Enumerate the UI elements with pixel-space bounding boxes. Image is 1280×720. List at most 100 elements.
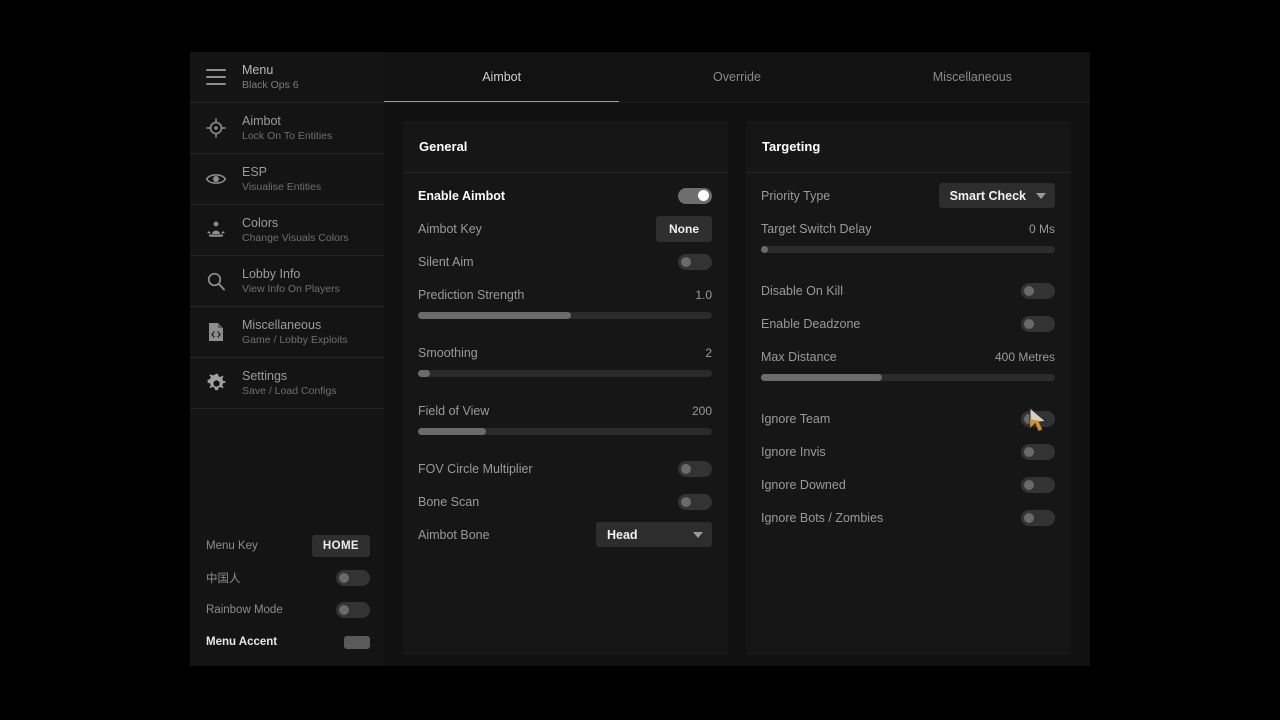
panels-container: General Enable Aimbot Aimbot Key None Si… bbox=[384, 103, 1090, 666]
enable-aimbot-toggle[interactable] bbox=[678, 187, 712, 204]
smoothing-slider[interactable] bbox=[418, 370, 712, 377]
targeting-panel-title: Targeting bbox=[762, 139, 821, 154]
menu-key-row: Menu Key HOME bbox=[206, 530, 370, 562]
disable-on-kill-row: Disable On Kill bbox=[761, 274, 1055, 307]
menu-key-button[interactable]: HOME bbox=[311, 535, 370, 557]
tab-bar: Aimbot Override Miscellaneous bbox=[384, 52, 1090, 103]
chinese-language-row: 中国人 bbox=[206, 562, 370, 594]
aimbot-bone-label: Aimbot Bone bbox=[418, 527, 490, 542]
priority-type-label: Priority Type bbox=[761, 188, 831, 203]
rainbow-mode-toggle[interactable] bbox=[336, 602, 370, 618]
field-of-view-slider[interactable] bbox=[418, 428, 712, 435]
ignore-downed-toggle[interactable] bbox=[1021, 476, 1055, 493]
ignore-bots-zombies-row: Ignore Bots / Zombies bbox=[761, 501, 1055, 534]
ignore-bots-zombies-toggle[interactable] bbox=[1021, 509, 1055, 526]
ignore-invis-row: Ignore Invis bbox=[761, 435, 1055, 468]
aimbot-bone-value: Head bbox=[607, 527, 638, 542]
priority-type-dropdown[interactable]: Smart Check bbox=[938, 183, 1055, 208]
max-distance-value: 400 Metres bbox=[994, 349, 1055, 364]
fov-circle-multiplier-toggle[interactable] bbox=[678, 460, 712, 477]
prediction-strength-slider[interactable] bbox=[418, 312, 712, 319]
aimbot-key-button[interactable]: None bbox=[656, 215, 712, 242]
prediction-strength-label: Prediction Strength bbox=[418, 287, 525, 302]
field-of-view-slider-fill bbox=[418, 428, 486, 435]
menu-subtitle: Black Ops 6 bbox=[242, 78, 299, 91]
sidebar-item-esp[interactable]: ESP Visualise Entities bbox=[190, 154, 384, 205]
chinese-language-toggle[interactable] bbox=[336, 570, 370, 586]
target-switch-delay-value: 0 Ms bbox=[1028, 221, 1055, 236]
tab-override[interactable]: Override bbox=[619, 52, 854, 103]
magnifier-icon bbox=[205, 270, 227, 292]
menu-accent-color-swatch[interactable] bbox=[344, 635, 370, 649]
field-of-view-row: Field of View 200 bbox=[418, 394, 712, 427]
bone-scan-label: Bone Scan bbox=[418, 494, 480, 509]
menu-accent-label: Menu Accent bbox=[206, 636, 278, 648]
ignore-invis-toggle[interactable] bbox=[1021, 443, 1055, 460]
max-distance-slider[interactable] bbox=[761, 374, 1055, 381]
ignore-team-toggle[interactable] bbox=[1021, 410, 1055, 427]
hamburger-icon[interactable] bbox=[206, 69, 226, 85]
sidebar-item-subtitle: View Info On Players bbox=[242, 282, 340, 295]
ignore-team-label: Ignore Team bbox=[761, 411, 831, 426]
enable-deadzone-toggle[interactable] bbox=[1021, 315, 1055, 332]
ignore-team-row: Ignore Team bbox=[761, 402, 1055, 435]
sidebar-item-title: Settings bbox=[242, 368, 288, 383]
enable-deadzone-label: Enable Deadzone bbox=[761, 316, 861, 331]
max-distance-slider-fill bbox=[761, 374, 882, 381]
targeting-panel-body: Priority Type Smart Check Target Switch … bbox=[746, 173, 1071, 655]
prediction-strength-row: Prediction Strength 1.0 bbox=[418, 278, 712, 311]
aimbot-key-label: Aimbot Key bbox=[418, 221, 482, 236]
silent-aim-toggle[interactable] bbox=[678, 253, 712, 270]
sidebar-item-subtitle: Lock On To Entities bbox=[242, 129, 333, 142]
sidebar-header[interactable]: Menu Black Ops 6 bbox=[190, 52, 384, 103]
ignore-bots-zombies-label: Ignore Bots / Zombies bbox=[761, 510, 884, 525]
palette-person-icon bbox=[205, 219, 227, 241]
disable-on-kill-toggle[interactable] bbox=[1021, 282, 1055, 299]
general-panel-title: General bbox=[419, 139, 468, 154]
enable-aimbot-row: Enable Aimbot bbox=[418, 179, 712, 212]
file-code-icon bbox=[205, 321, 227, 343]
prediction-strength-value: 1.0 bbox=[695, 287, 712, 302]
max-distance-label: Max Distance bbox=[761, 349, 837, 364]
silent-aim-label: Silent Aim bbox=[418, 254, 474, 269]
field-of-view-value: 200 bbox=[691, 403, 712, 418]
enable-deadzone-row: Enable Deadzone bbox=[761, 307, 1055, 340]
general-panel-body: Enable Aimbot Aimbot Key None Silent Aim… bbox=[403, 173, 728, 655]
smoothing-slider-fill bbox=[418, 370, 430, 377]
bone-scan-toggle[interactable] bbox=[678, 493, 712, 510]
chinese-language-label: 中国人 bbox=[206, 573, 241, 585]
tab-miscellaneous[interactable]: Miscellaneous bbox=[855, 52, 1090, 103]
aimbot-key-row: Aimbot Key None bbox=[418, 212, 712, 245]
rainbow-mode-row: Rainbow Mode bbox=[206, 594, 370, 626]
fov-circle-multiplier-label: FOV Circle Multiplier bbox=[418, 461, 533, 476]
ignore-invis-label: Ignore Invis bbox=[761, 444, 826, 459]
sidebar-item-title: Aimbot bbox=[242, 113, 281, 128]
cheat-menu-window: Menu Black Ops 6 Aimbot Lock On To Entit… bbox=[190, 52, 1090, 666]
chevron-down-icon bbox=[693, 531, 703, 538]
menu-key-label: Menu Key bbox=[206, 540, 258, 552]
sidebar-item-aimbot[interactable]: Aimbot Lock On To Entities bbox=[190, 103, 384, 154]
priority-type-row: Priority Type Smart Check bbox=[761, 179, 1055, 212]
tab-bar-divider bbox=[384, 102, 1090, 103]
target-switch-delay-slider[interactable] bbox=[761, 246, 1055, 253]
sidebar-item-lobby-info[interactable]: Lobby Info View Info On Players bbox=[190, 256, 384, 307]
field-of-view-label: Field of View bbox=[418, 403, 490, 418]
bone-scan-row: Bone Scan bbox=[418, 485, 712, 518]
sidebar-item-title: Colors bbox=[242, 215, 279, 230]
rainbow-mode-label: Rainbow Mode bbox=[206, 604, 283, 616]
prediction-strength-slider-fill bbox=[418, 312, 571, 319]
aimbot-bone-dropdown[interactable]: Head bbox=[596, 522, 712, 547]
sidebar-item-subtitle: Game / Lobby Exploits bbox=[242, 333, 348, 346]
sidebar-item-title: Miscellaneous bbox=[242, 317, 322, 332]
ignore-downed-label: Ignore Downed bbox=[761, 477, 846, 492]
smoothing-label: Smoothing bbox=[418, 345, 478, 360]
sidebar-item-miscellaneous[interactable]: Miscellaneous Game / Lobby Exploits bbox=[190, 307, 384, 358]
tab-aimbot[interactable]: Aimbot bbox=[384, 52, 620, 103]
target-switch-delay-label: Target Switch Delay bbox=[761, 221, 872, 236]
sidebar-item-colors[interactable]: Colors Change Visuals Colors bbox=[190, 205, 384, 256]
sidebar-item-settings[interactable]: Settings Save / Load Configs bbox=[190, 358, 384, 409]
smoothing-row: Smoothing 2 bbox=[418, 336, 712, 369]
max-distance-row: Max Distance 400 Metres bbox=[761, 340, 1055, 373]
gear-icon bbox=[205, 372, 227, 394]
